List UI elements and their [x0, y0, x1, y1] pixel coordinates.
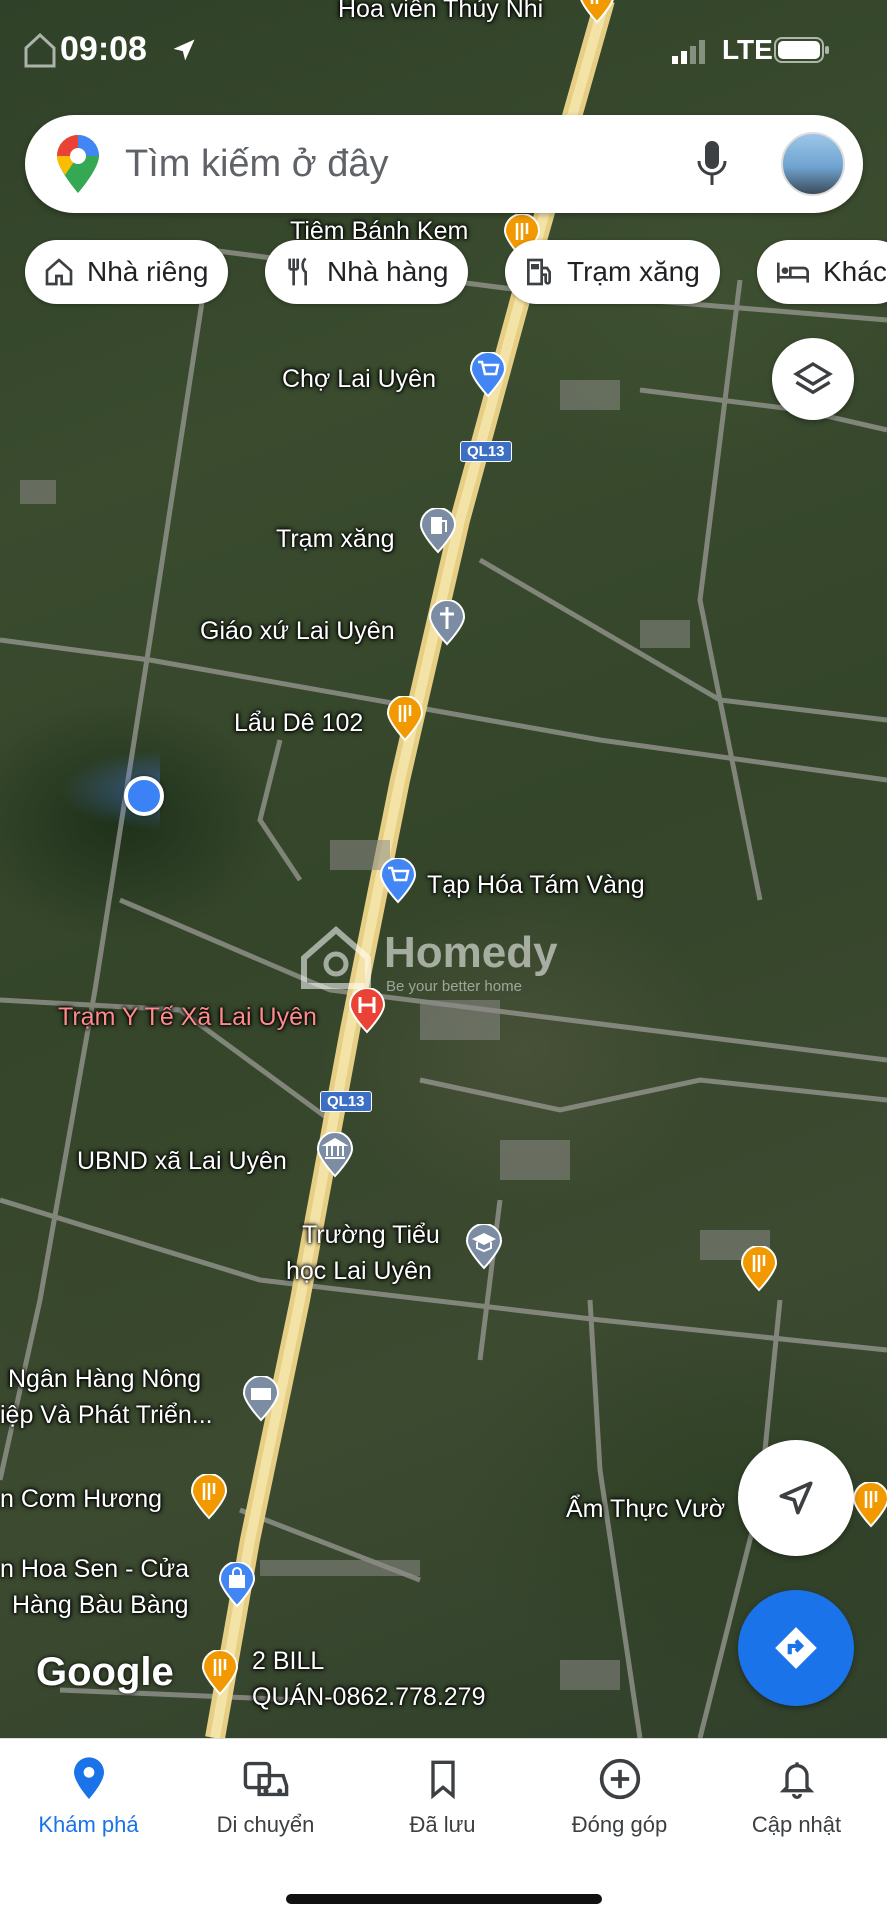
poi-label[interactable]: Ẩm Thực Vườ [566, 1494, 725, 1524]
layers-icon [793, 362, 833, 395]
poi-label[interactable]: 2 BILL [252, 1646, 324, 1676]
microphone-icon[interactable] [695, 139, 729, 189]
gas-station-icon [527, 258, 551, 286]
restaurant-pin-icon[interactable] [386, 696, 424, 742]
chip-home[interactable]: Nhà riêng [25, 240, 229, 304]
status-bar: 09:08 LTE [0, 26, 887, 76]
poi-label[interactable]: Ngân Hàng Nông [8, 1364, 201, 1394]
poi-label[interactable]: UBND xã Lai Uyên [77, 1146, 287, 1176]
watermark-text: Homedy [384, 928, 558, 977]
poi-label[interactable]: Hàng Bàu Bàng [12, 1590, 189, 1620]
restaurant-pin-icon[interactable] [201, 1650, 239, 1696]
nav-commute[interactable]: Di chuyển [177, 1757, 354, 1838]
current-location-dot [124, 776, 164, 816]
hotel-icon [777, 262, 809, 283]
nav-saved[interactable]: Đã lưu [354, 1757, 531, 1838]
signal-icon [672, 40, 705, 64]
poi-label[interactable]: n Hoa Sen - Cửa [0, 1554, 189, 1584]
nav-label: Đóng góp [571, 1812, 668, 1837]
nav-contribute[interactable]: Đóng góp [531, 1757, 708, 1838]
search-bar[interactable]: Tìm kiếm ở đây [25, 115, 863, 213]
nav-label: Cập nhật [751, 1812, 842, 1837]
my-location-button[interactable] [738, 1440, 854, 1556]
shopping-cart-pin-icon[interactable] [379, 858, 417, 904]
restaurant-pin-icon[interactable] [578, 0, 616, 24]
restaurant-pin-icon[interactable] [190, 1474, 228, 1520]
restaurant-pin-icon[interactable] [852, 1482, 887, 1528]
school-pin-icon[interactable] [465, 1224, 503, 1270]
road-shield: QL13 [460, 441, 512, 462]
home-icon [45, 258, 73, 286]
poi-label[interactable]: Hoa viên Thủy Nhi [338, 0, 543, 24]
bookmark-icon [430, 1760, 455, 1800]
chip-restaurants[interactable]: Nhà hàng [265, 240, 469, 304]
nav-updates[interactable]: Cập nhật [708, 1757, 885, 1838]
nav-label: Đã lưu [409, 1812, 476, 1837]
nav-label: Di chuyển [216, 1812, 315, 1837]
watermark-subtext: Be your better home [386, 978, 522, 995]
search-input[interactable]: Tìm kiếm ở đây [125, 143, 389, 186]
navigation-arrow-icon [779, 1481, 813, 1515]
road-shield: QL13 [320, 1091, 372, 1112]
shopping-cart-pin-icon[interactable] [469, 352, 507, 398]
poi-label[interactable]: Tạp Hóa Tám Vàng [427, 870, 645, 900]
chip-label: Trạm xăng [567, 256, 700, 287]
chip-label: Nhà hàng [327, 256, 449, 287]
commute-icon [243, 1761, 288, 1797]
explore-pin-icon [73, 1757, 104, 1799]
location-arrow-icon [173, 39, 195, 61]
poi-label[interactable]: n Cơm Hương [0, 1484, 162, 1514]
shopping-bag-pin-icon[interactable] [218, 1562, 256, 1608]
nav-explore[interactable]: Khám phá [0, 1757, 177, 1838]
directions-icon [775, 1627, 817, 1669]
poi-label[interactable]: Giáo xứ Lai Uyên [200, 616, 395, 646]
poi-label[interactable]: QUÁN-0862.778.279 [252, 1682, 485, 1712]
chip-label: Khác [823, 256, 887, 287]
church-pin-icon[interactable] [428, 600, 466, 646]
chip-hotels[interactable]: Khác [757, 240, 887, 304]
homedy-logo-icon [301, 926, 371, 989]
directions-button[interactable] [738, 1590, 854, 1706]
restaurant-pin-icon[interactable] [740, 1246, 778, 1292]
poi-label[interactable]: Chợ Lai Uyên [282, 364, 436, 394]
poi-label[interactable]: học Lai Uyên [286, 1256, 432, 1286]
add-circle-icon [599, 1758, 640, 1800]
government-pin-icon[interactable] [316, 1132, 354, 1178]
battery-icon [774, 37, 829, 63]
layers-button[interactable] [772, 338, 854, 420]
bank-pin-icon[interactable] [242, 1376, 280, 1422]
hospital-pin-icon[interactable] [348, 988, 386, 1034]
chip-label: Nhà riêng [87, 256, 209, 287]
bell-icon [779, 1762, 814, 1799]
account-avatar[interactable] [781, 132, 845, 196]
home-indicator[interactable] [286, 1894, 602, 1904]
gas-station-pin-icon[interactable] [419, 508, 457, 554]
home-outline-icon [24, 32, 56, 68]
poi-label[interactable]: iệp Và Phát Triển... [0, 1400, 213, 1430]
chip-gas-stations[interactable]: Trạm xăng [505, 240, 720, 304]
poi-label[interactable]: Trường Tiểu [302, 1220, 440, 1250]
poi-label[interactable]: Lẩu Dê 102 [234, 708, 363, 738]
restaurant-icon [288, 257, 307, 286]
status-time: 09:08 [60, 30, 147, 68]
poi-label[interactable]: Trạm xăng [276, 524, 395, 554]
nav-label: Khám phá [38, 1812, 139, 1837]
network-type: LTE [722, 34, 773, 65]
google-maps-logo-icon [57, 135, 99, 193]
google-attribution: Google [36, 1650, 174, 1694]
poi-label[interactable]: Trạm Y Tế Xã Lai Uyên [58, 1002, 317, 1032]
category-chips: Nhà riêng Nhà hàng Trạm xăng Khác [25, 240, 887, 304]
